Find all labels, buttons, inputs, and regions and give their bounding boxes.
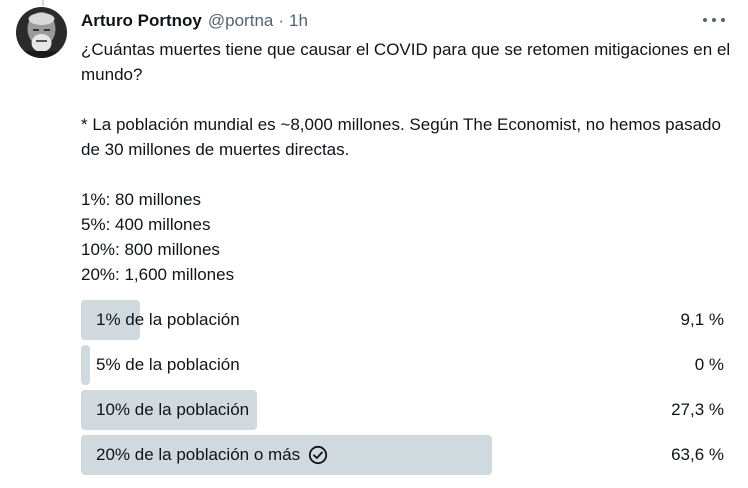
thread-connector-line (42, 0, 44, 6)
poll-option-label: 20% de la población o más (96, 445, 328, 465)
tweet-timestamp[interactable]: 1h (289, 11, 308, 31)
poll: 1% de la población 9,1 % 5% de la poblac… (81, 300, 727, 480)
poll-option: 5% de la población 0 % (81, 345, 727, 385)
poll-option-percent: 27,3 % (671, 400, 724, 419)
poll-option-winner: 20% de la población o más 63,6 % (81, 435, 727, 475)
poll-option-percent: 0 % (694, 355, 724, 374)
avatar[interactable] (16, 7, 67, 58)
poll-option: 1% de la población 9,1 % (81, 300, 727, 340)
poll-option-label: 1% de la población (96, 310, 240, 329)
header-separator: · (278, 11, 285, 30)
more-options-icon[interactable] (703, 12, 725, 28)
check-circle-icon (309, 445, 328, 465)
poll-option-label: 5% de la población (96, 355, 240, 374)
poll-option-label: 10% de la población (96, 400, 250, 419)
poll-option-percent: 9,1 % (680, 310, 724, 329)
poll-result-bar (81, 345, 90, 385)
author-handle[interactable]: @portna (208, 11, 273, 31)
tweet-text: ¿Cuántas muertes tiene que causar el COV… (81, 40, 731, 284)
avatar-photo (16, 7, 67, 58)
poll-option-percent: 63,6 % (671, 445, 724, 464)
poll-option: 10% de la población 27,3 % (81, 390, 727, 430)
tweet-header: Arturo Portnoy @portna · 1h (81, 9, 308, 33)
author-name[interactable]: Arturo Portnoy (81, 11, 202, 31)
